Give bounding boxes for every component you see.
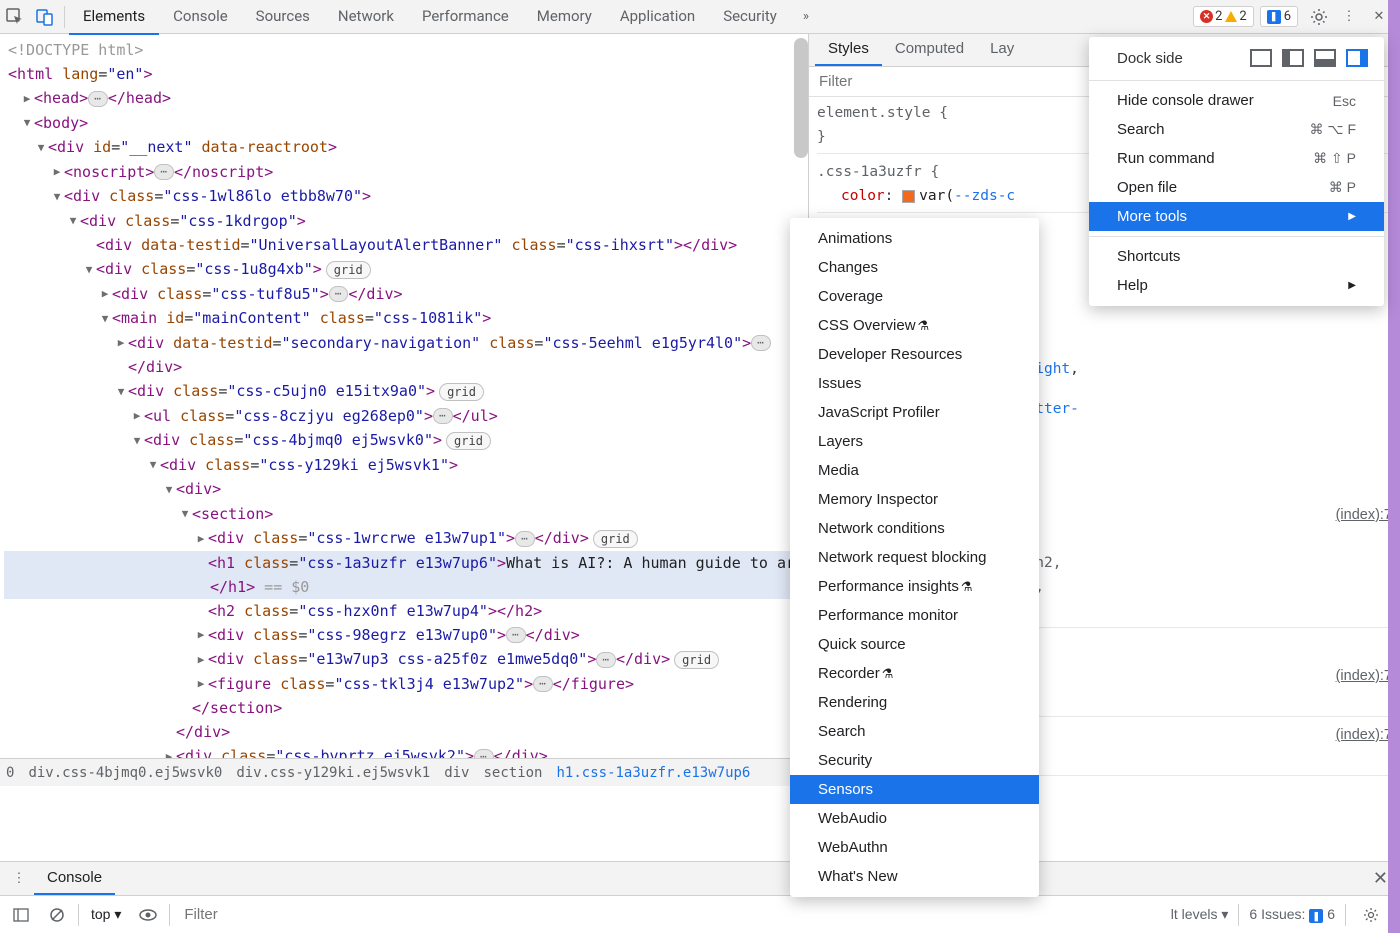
- tab-elements[interactable]: Elements: [69, 0, 159, 35]
- submenu-item[interactable]: Sensors: [790, 775, 1039, 804]
- submenu-item[interactable]: Quick source: [790, 630, 1039, 659]
- flask-icon: ⚗: [961, 579, 973, 594]
- tab-memory[interactable]: Memory: [523, 0, 606, 35]
- menu-more-tools[interactable]: More tools: [1089, 202, 1384, 231]
- issues-icon: ❚: [1267, 10, 1281, 24]
- source-link[interactable]: (index):7: [1336, 503, 1392, 527]
- submenu-item[interactable]: JavaScript Profiler: [790, 398, 1039, 427]
- tab-computed[interactable]: Computed: [882, 34, 977, 66]
- tab-styles[interactable]: Styles: [815, 34, 882, 66]
- inspect-icon[interactable]: [0, 2, 30, 32]
- dock-side-label: Dock side: [1117, 50, 1240, 67]
- menu-hide-console[interactable]: Hide console drawerEsc: [1089, 86, 1384, 115]
- grid-badge[interactable]: grid: [326, 261, 371, 279]
- more-tabs-icon[interactable]: »: [791, 2, 821, 32]
- submenu-item[interactable]: Coverage: [790, 282, 1039, 311]
- submenu-item[interactable]: WebAudio: [790, 804, 1039, 833]
- ellipsis-icon[interactable]: ⋯: [88, 91, 108, 107]
- submenu-item[interactable]: Security: [790, 746, 1039, 775]
- dock-undock-icon[interactable]: [1250, 49, 1272, 67]
- menu-help[interactable]: Help: [1089, 271, 1384, 300]
- submenu-item[interactable]: WebAuthn: [790, 833, 1039, 862]
- breadcrumb-item[interactable]: div.css-4bjmq0.ej5wsvk0: [28, 761, 222, 785]
- menu-shortcuts[interactable]: Shortcuts: [1089, 242, 1384, 271]
- submenu-item[interactable]: Rendering: [790, 688, 1039, 717]
- issues-badge[interactable]: ❚6: [1260, 6, 1298, 27]
- context-selector[interactable]: top ▾: [85, 903, 127, 926]
- breadcrumb-item[interactable]: div.css-y129ki.ej5wsvk1: [236, 761, 430, 785]
- breadcrumb[interactable]: 0 div.css-4bjmq0.ej5wsvk0 div.css-y129ki…: [0, 758, 808, 786]
- window-edge: [1388, 0, 1400, 933]
- menu-search[interactable]: Search⌘ ⌥ F: [1089, 115, 1384, 144]
- submenu-item[interactable]: Layers: [790, 427, 1039, 456]
- more-tools-submenu[interactable]: AnimationsChangesCoverageCSS Overview⚗De…: [790, 218, 1039, 897]
- drawer-issues-label[interactable]: 6 Issues: ❚ 6: [1249, 906, 1335, 924]
- error-icon: ✕: [1200, 10, 1213, 23]
- submenu-item[interactable]: What's New: [790, 862, 1039, 891]
- selected-element[interactable]: <h1 class="css-1a3uzfr e13w7up6">What is…: [4, 551, 808, 575]
- doctype: <!DOCTYPE html>: [8, 41, 143, 59]
- live-expression-icon[interactable]: [133, 900, 163, 930]
- submenu-item[interactable]: Issues: [790, 369, 1039, 398]
- submenu-item[interactable]: Changes: [790, 253, 1039, 282]
- submenu-item[interactable]: Network conditions: [790, 514, 1039, 543]
- dock-bottom-icon[interactable]: [1314, 49, 1336, 67]
- error-count: 2: [1215, 9, 1222, 24]
- breadcrumb-item[interactable]: section: [483, 761, 542, 785]
- tab-performance[interactable]: Performance: [408, 0, 523, 35]
- ua-stylesheet-label: user agent stylesheet: [1209, 782, 1392, 786]
- menu-open-file[interactable]: Open file⌘ P: [1089, 173, 1384, 202]
- submenu-item[interactable]: Network request blocking: [790, 543, 1039, 572]
- submenu-item[interactable]: Animations: [790, 224, 1039, 253]
- tab-security[interactable]: Security: [709, 0, 791, 35]
- submenu-item[interactable]: Developer Resources: [790, 340, 1039, 369]
- submenu-item[interactable]: Search: [790, 717, 1039, 746]
- tab-application[interactable]: Application: [606, 0, 709, 35]
- breadcrumb-item[interactable]: h1.css-1a3uzfr.e13w7up6: [557, 761, 751, 785]
- console-filter-input[interactable]: [176, 901, 1164, 928]
- menu-run-command[interactable]: Run command⌘ ⇧ P: [1089, 144, 1384, 173]
- tab-console[interactable]: Console: [159, 0, 242, 35]
- submenu-item[interactable]: Memory Inspector: [790, 485, 1039, 514]
- device-toggle-icon[interactable]: [30, 2, 60, 32]
- breadcrumb-item[interactable]: div: [444, 761, 469, 785]
- sidebar-toggle-icon[interactable]: [6, 900, 36, 930]
- issues-icon: ❚: [1309, 909, 1323, 923]
- color-swatch-icon[interactable]: [902, 190, 915, 203]
- flask-icon: ⚗: [918, 318, 930, 333]
- drawer-tab-console[interactable]: Console: [34, 862, 115, 895]
- dock-left-icon[interactable]: [1282, 49, 1304, 67]
- source-link[interactable]: (index):7: [1336, 723, 1392, 747]
- breadcrumb-item[interactable]: 0: [6, 761, 14, 785]
- submenu-item[interactable]: Recorder⚗: [790, 659, 1039, 688]
- kebab-icon[interactable]: ⋮: [1334, 2, 1364, 32]
- clear-console-icon[interactable]: [42, 900, 72, 930]
- settings-icon[interactable]: [1304, 2, 1334, 32]
- tab-layout-partial[interactable]: Lay: [977, 34, 1027, 66]
- main-menu[interactable]: Dock side Hide console drawerEsc Search⌘…: [1089, 37, 1384, 306]
- scrollbar[interactable]: [794, 38, 808, 158]
- submenu-item[interactable]: Performance monitor: [790, 601, 1039, 630]
- warning-icon: [1225, 11, 1237, 22]
- console-settings-icon[interactable]: [1356, 900, 1386, 930]
- tab-sources[interactable]: Sources: [242, 0, 324, 35]
- elements-tree[interactable]: <!DOCTYPE html> <html lang="en"> ▶<head>…: [0, 34, 808, 786]
- tab-network[interactable]: Network: [324, 0, 408, 35]
- source-link[interactable]: (index):7: [1336, 664, 1392, 688]
- errors-warnings-badge[interactable]: ✕2 2: [1193, 6, 1254, 27]
- dock-right-icon[interactable]: [1346, 49, 1368, 67]
- issues-count: 6: [1284, 9, 1291, 24]
- flask-icon: ⚗: [882, 666, 894, 681]
- warning-count: 2: [1239, 9, 1246, 24]
- submenu-item[interactable]: Media: [790, 456, 1039, 485]
- drawer-kebab-icon[interactable]: ⋮: [4, 864, 34, 894]
- submenu-item[interactable]: Performance insights⚗: [790, 572, 1039, 601]
- log-levels-selector[interactable]: lt levels ▾: [1171, 906, 1229, 923]
- submenu-item[interactable]: CSS Overview⚗: [790, 311, 1039, 340]
